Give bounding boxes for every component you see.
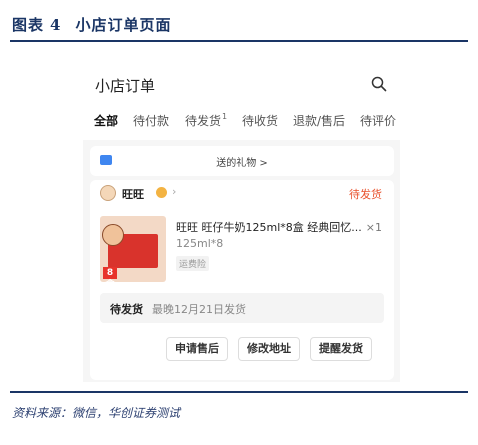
shipping-deadline: 最晚12月21日发货	[152, 303, 246, 316]
product-image[interactable]: 8盒	[100, 216, 166, 282]
order-tabs: 全部 待付款 待发货1 待收货 退款/售后 待评价	[83, 100, 400, 140]
product-quantity: ×1	[365, 221, 382, 234]
chevron-right-icon[interactable]: ›	[172, 185, 176, 198]
tab-refund[interactable]: 退款/售后	[293, 112, 345, 129]
tab-pending-receipt[interactable]: 待收货	[242, 112, 278, 129]
figure-label: 图表	[12, 16, 45, 34]
shipping-insurance-tag: 运费险	[176, 256, 210, 271]
product-spec: 125ml*8	[176, 237, 224, 250]
tab-pending-payment[interactable]: 待付款	[133, 112, 169, 129]
source-note: 资料来源：微信，华创证券测试	[12, 406, 181, 420]
tab-all[interactable]: 全部	[94, 112, 118, 129]
remind-shipment-button[interactable]: 提醒发货	[310, 337, 372, 361]
tab-pending-shipment[interactable]: 待发货1	[185, 112, 227, 129]
modify-address-button[interactable]: 修改地址	[238, 337, 300, 361]
app-header: 小店订单	[83, 60, 400, 100]
shipping-label: 待发货	[110, 303, 143, 316]
figure-number: 4	[50, 16, 62, 34]
figure-title: 图表 4 小店订单页面	[12, 14, 171, 35]
order-status: 待发货	[349, 188, 382, 201]
search-icon[interactable]	[371, 76, 387, 92]
shop-avatar-icon	[100, 185, 116, 201]
product-count-badge: 8盒	[103, 267, 117, 282]
apply-after-sales-button[interactable]: 申请售后	[166, 337, 228, 361]
source-rule	[10, 391, 468, 393]
order-card: 旺旺 › 待发货 8盒 旺旺 旺仔牛奶125ml*8盒 经典回忆... ×1 1…	[90, 180, 394, 380]
shipping-info: 待发货 最晚12月21日发货	[100, 293, 384, 323]
mascot-face-icon	[102, 224, 124, 246]
tab-count: 1	[222, 112, 228, 121]
gift-link[interactable]: 送的礼物 >	[90, 154, 394, 169]
page-title: 小店订单	[95, 77, 156, 95]
figure-caption: 小店订单页面	[75, 16, 172, 34]
gift-banner[interactable]: 送的礼物 >	[90, 146, 394, 176]
phone-screenshot: 小店订单 全部 待付款 待发货1 待收货 退款/售后 待评价 送的礼物 > 旺旺…	[83, 60, 400, 382]
shop-name[interactable]: 旺旺	[122, 186, 144, 202]
shop-badge-icon	[156, 187, 167, 198]
title-rule	[10, 40, 468, 42]
tab-pending-review[interactable]: 待评价	[360, 112, 396, 129]
product-name[interactable]: 旺旺 旺仔牛奶125ml*8盒 经典回忆...	[176, 219, 362, 235]
